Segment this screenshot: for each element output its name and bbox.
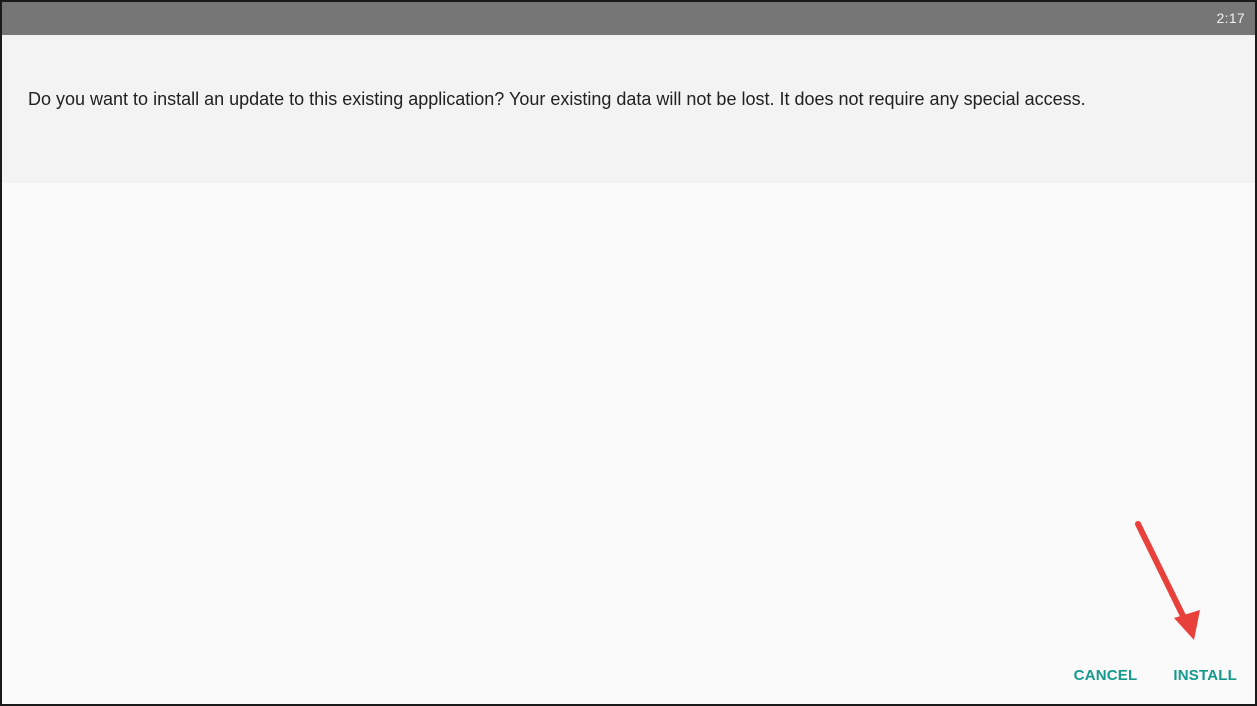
content-area (2, 183, 1255, 704)
status-time: 2:17 (1216, 10, 1245, 26)
installer-window: 2:17 Do you want to install an update to… (0, 0, 1257, 706)
button-bar: CANCEL INSTALL (1070, 659, 1241, 692)
cancel-button[interactable]: CANCEL (1070, 659, 1142, 692)
status-bar: 2:17 (2, 2, 1255, 35)
install-button[interactable]: INSTALL (1169, 659, 1241, 692)
install-message: Do you want to install an update to this… (28, 89, 1086, 109)
